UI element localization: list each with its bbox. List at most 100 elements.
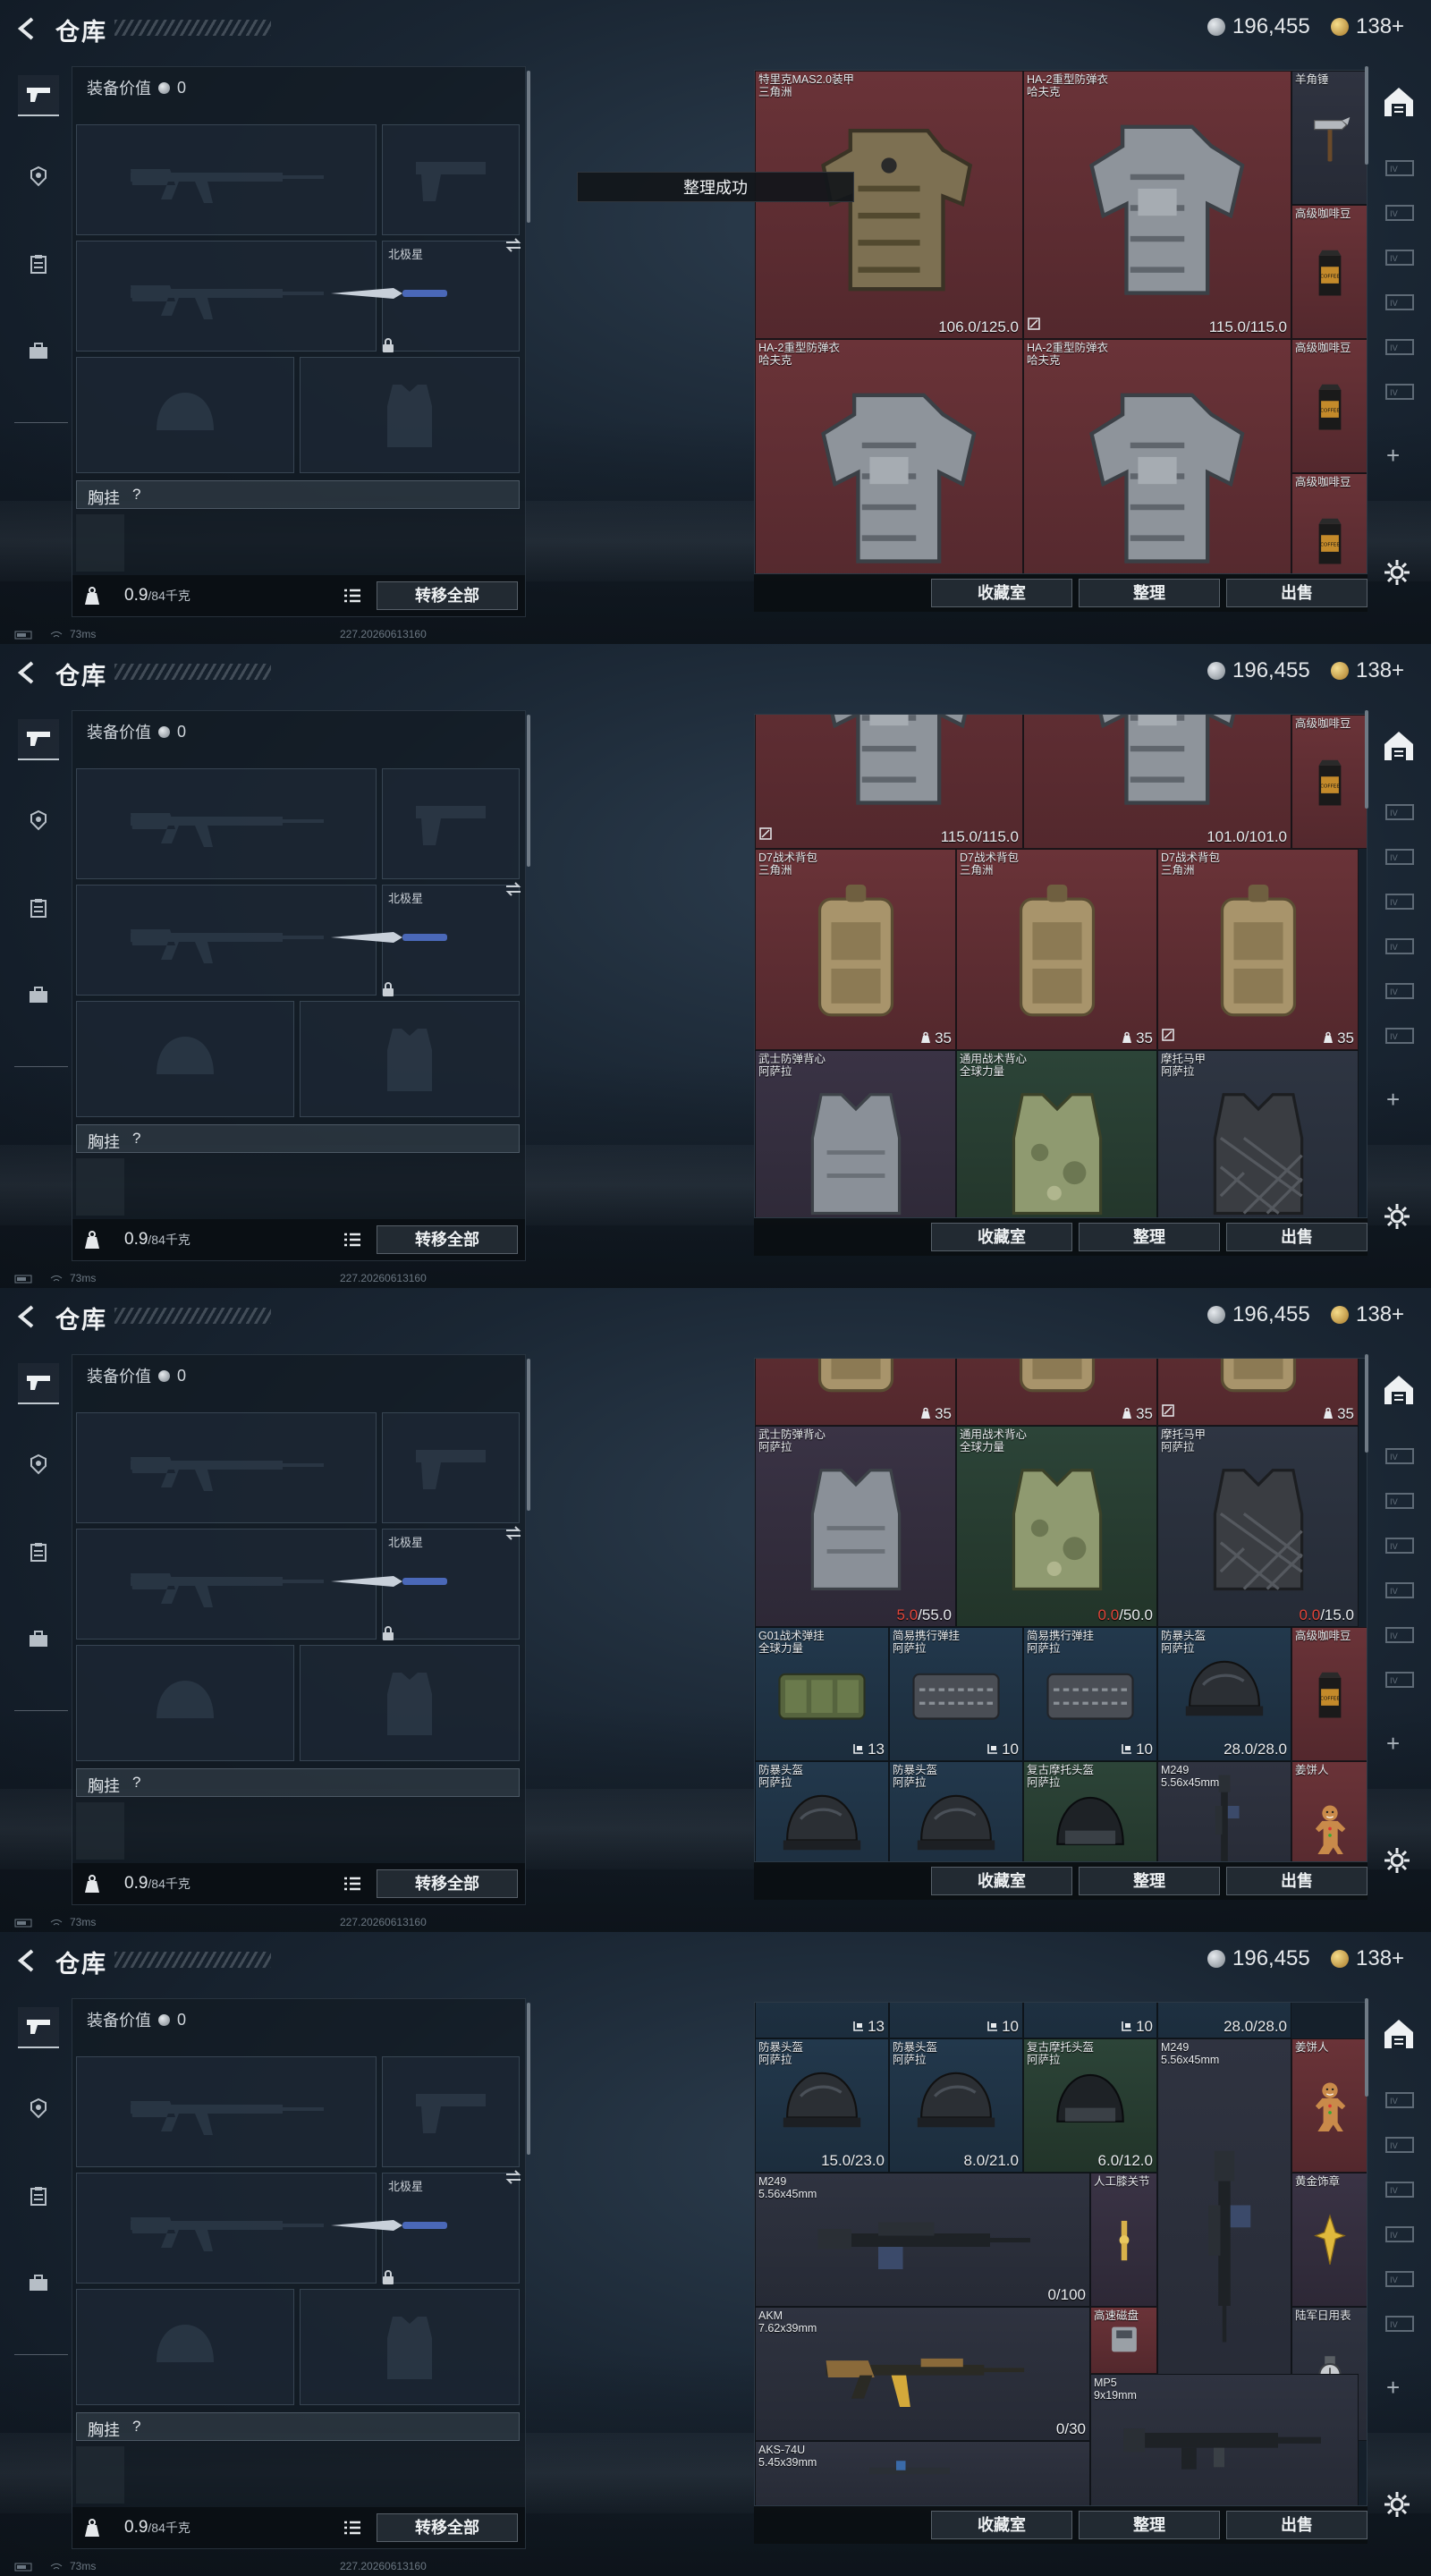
stash-item-rig-gray[interactable]: 简易携行弹挂阿萨拉 10 bbox=[889, 2003, 1023, 2038]
stash-item-helmet[interactable]: 防暴头盔阿萨拉 8.0/21.0 bbox=[889, 1761, 1023, 1861]
back-arrow-icon[interactable] bbox=[16, 1304, 38, 1329]
list-icon[interactable] bbox=[343, 588, 362, 608]
silver-currency[interactable]: 196,455 bbox=[1207, 658, 1310, 683]
sell-button[interactable]: 出售 bbox=[1226, 1867, 1367, 1895]
stash-tab-2-icon[interactable]: IV bbox=[1384, 1492, 1415, 1510]
stash-item-helmet-moto[interactable]: 复古摩托头盔阿萨拉 6.0/12.0 bbox=[1023, 2038, 1157, 2173]
chest-rig-slot[interactable] bbox=[76, 2446, 124, 2504]
back-arrow-icon[interactable] bbox=[16, 660, 38, 685]
stash-tab-5-icon[interactable]: IV bbox=[1384, 982, 1415, 1000]
silver-currency[interactable]: 196,455 bbox=[1207, 1946, 1310, 1971]
stash-item-armor-gray[interactable]: HA-2重型防弹衣哈夫克 115.0/115.0 bbox=[755, 715, 1023, 849]
help-icon[interactable]: ? bbox=[132, 1774, 140, 1792]
armor-slot[interactable] bbox=[300, 357, 520, 473]
stash-scrollbar[interactable] bbox=[1365, 1354, 1368, 1453]
stash-tab-6-icon[interactable]: IV bbox=[1384, 1027, 1415, 1045]
stash-item-rig-gray[interactable]: 简易携行弹挂阿萨拉 10 bbox=[889, 1627, 1023, 1761]
stash-item-helmet[interactable]: 防暴头盔阿萨拉 8.0/21.0 bbox=[889, 2038, 1023, 2173]
stash-tab-4-icon[interactable]: IV bbox=[1384, 1581, 1415, 1599]
silver-currency[interactable]: 196,455 bbox=[1207, 1302, 1310, 1327]
add-stash-icon[interactable]: + bbox=[1386, 2374, 1400, 2402]
stash-tab-3-icon[interactable]: IV bbox=[1384, 1537, 1415, 1555]
melee-slot[interactable]: 北极星 bbox=[331, 2170, 521, 2284]
primary-weapon-slot[interactable] bbox=[76, 124, 377, 235]
sell-button[interactable]: 出售 bbox=[1226, 1223, 1367, 1251]
melee-slot[interactable]: 北极星 bbox=[331, 238, 521, 352]
chest-rig-slot[interactable] bbox=[76, 1802, 124, 1860]
nav-weapons[interactable] bbox=[18, 2007, 59, 2048]
sidearm-slot[interactable] bbox=[382, 2056, 520, 2167]
list-icon[interactable] bbox=[343, 2520, 362, 2540]
nav-armor[interactable] bbox=[18, 2088, 59, 2129]
stash-tab-4-icon[interactable]: IV bbox=[1384, 293, 1415, 311]
stash-item-helmet[interactable]: 防暴头盔阿萨拉 15.0/23.0 bbox=[755, 2038, 889, 2173]
stash-item-vest-quilt[interactable]: 摩托马甲阿萨拉 0.0/15.0 bbox=[1157, 1426, 1359, 1627]
equipment-scrollbar[interactable] bbox=[527, 715, 530, 867]
chest-rig-header[interactable]: 胸挂 ? bbox=[76, 480, 520, 509]
stash-item-m249-v[interactable]: M2495.56x45mm 0/100 bbox=[1157, 1761, 1291, 1861]
stash-tab-5-icon[interactable]: IV bbox=[1384, 2270, 1415, 2288]
nav-armor[interactable] bbox=[18, 800, 59, 841]
stash-tab-1-icon[interactable]: IV bbox=[1384, 159, 1415, 177]
sell-button[interactable]: 出售 bbox=[1226, 2511, 1367, 2539]
stash-item-rig-green[interactable]: G01战术弹挂全球力量 13 bbox=[755, 1627, 889, 1761]
helmet-slot[interactable] bbox=[76, 357, 294, 473]
add-stash-icon[interactable]: + bbox=[1386, 442, 1400, 470]
armor-slot[interactable] bbox=[300, 1645, 520, 1761]
help-icon[interactable]: ? bbox=[132, 1130, 140, 1148]
transfer-all-button[interactable]: 转移全部 bbox=[377, 1869, 518, 1898]
stash-tab-5-icon[interactable]: IV bbox=[1384, 1626, 1415, 1644]
stash-item-akm[interactable]: AKM 7.62x39mm 0/30 bbox=[755, 2307, 1090, 2441]
stash-item-rig-gray[interactable]: 简易携行弹挂阿萨拉 10 bbox=[1023, 1627, 1157, 1761]
stash-item-helmet[interactable]: 防暴头盔阿萨拉 15.0/23.0 bbox=[755, 1761, 889, 1861]
help-icon[interactable]: ? bbox=[132, 2418, 140, 2436]
stash-item-coffee[interactable]: COFFEE 高级咖啡豆 bbox=[1291, 339, 1367, 473]
stash-tab-1-icon[interactable]: IV bbox=[1384, 1447, 1415, 1465]
sidearm-slot[interactable] bbox=[382, 768, 520, 879]
list-icon[interactable] bbox=[343, 1232, 362, 1252]
stash-item-gingerbread[interactable]: 姜饼人 bbox=[1291, 2038, 1367, 2173]
stash-item-knee[interactable]: 人工膝关节 bbox=[1090, 2173, 1157, 2307]
helmet-slot[interactable] bbox=[76, 1645, 294, 1761]
stash-tab-5-icon[interactable]: IV bbox=[1384, 338, 1415, 356]
nav-briefcase[interactable] bbox=[18, 2263, 59, 2304]
stash-tab-6-icon[interactable]: IV bbox=[1384, 2315, 1415, 2333]
stash-home-icon[interactable] bbox=[1377, 2012, 1420, 2055]
stash-tab-2-icon[interactable]: IV bbox=[1384, 2136, 1415, 2154]
gold-currency[interactable]: 138+ bbox=[1331, 658, 1404, 683]
stash-item-backpack[interactable]: D7战术背包三角洲 35 bbox=[755, 1359, 956, 1426]
sidearm-slot[interactable] bbox=[382, 124, 520, 235]
add-stash-icon[interactable]: + bbox=[1386, 1730, 1400, 1758]
stash-item-emblem[interactable]: 黄金饰章 bbox=[1291, 2173, 1367, 2307]
sort-button[interactable]: 整理 bbox=[1079, 2511, 1220, 2539]
stash-tab-2-icon[interactable]: IV bbox=[1384, 204, 1415, 222]
help-icon[interactable]: ? bbox=[132, 486, 140, 504]
collection-room-button[interactable]: 收藏室 bbox=[931, 1867, 1072, 1895]
stash-item-rig-gray[interactable]: 简易携行弹挂阿萨拉 10 bbox=[1023, 2003, 1157, 2038]
stash-item-coffee[interactable]: COFFEE 高级咖啡豆 bbox=[1291, 205, 1367, 339]
sort-button[interactable]: 整理 bbox=[1079, 1867, 1220, 1895]
stash-item-vest-camo[interactable]: 通用战术背心全球力量 0.0/50.0 bbox=[956, 1050, 1157, 1217]
stash-tab-3-icon[interactable]: IV bbox=[1384, 2181, 1415, 2199]
stash-item-m249-h[interactable]: M249 5.56x45mm 0/100 bbox=[755, 2173, 1090, 2307]
stash-item-aks[interactable]: AKS-74U 5.45x39mm bbox=[755, 2441, 1090, 2505]
stash-home-icon[interactable] bbox=[1377, 80, 1420, 123]
collection-room-button[interactable]: 收藏室 bbox=[931, 1223, 1072, 1251]
nav-briefcase[interactable] bbox=[18, 975, 59, 1016]
gear-icon[interactable] bbox=[1383, 1202, 1411, 1235]
stash-scrollbar[interactable] bbox=[1365, 66, 1368, 165]
add-stash-icon[interactable]: + bbox=[1386, 1086, 1400, 1114]
chest-rig-header[interactable]: 胸挂 ? bbox=[76, 1124, 520, 1153]
chest-rig-header[interactable]: 胸挂 ? bbox=[76, 2412, 520, 2441]
stash-item-backpack[interactable]: D7战术背包三角洲 35 bbox=[956, 849, 1157, 1050]
nav-armor[interactable] bbox=[18, 156, 59, 197]
equipment-scrollbar[interactable] bbox=[527, 2003, 530, 2155]
nav-weapons[interactable] bbox=[18, 719, 59, 760]
stash-item-coffee[interactable]: COFFEE 高级咖啡豆 bbox=[1291, 715, 1367, 849]
gear-icon[interactable] bbox=[1383, 1846, 1411, 1879]
stash-item-rig-green[interactable]: G01战术弹挂全球力量 13 bbox=[755, 2003, 889, 2038]
stash-item-helmet-moto[interactable]: 复古摩托头盔阿萨拉 6.0/12.0 bbox=[1023, 1761, 1157, 1861]
silver-currency[interactable]: 196,455 bbox=[1207, 14, 1310, 39]
gold-currency[interactable]: 138+ bbox=[1331, 14, 1404, 39]
gear-icon[interactable] bbox=[1383, 2490, 1411, 2523]
